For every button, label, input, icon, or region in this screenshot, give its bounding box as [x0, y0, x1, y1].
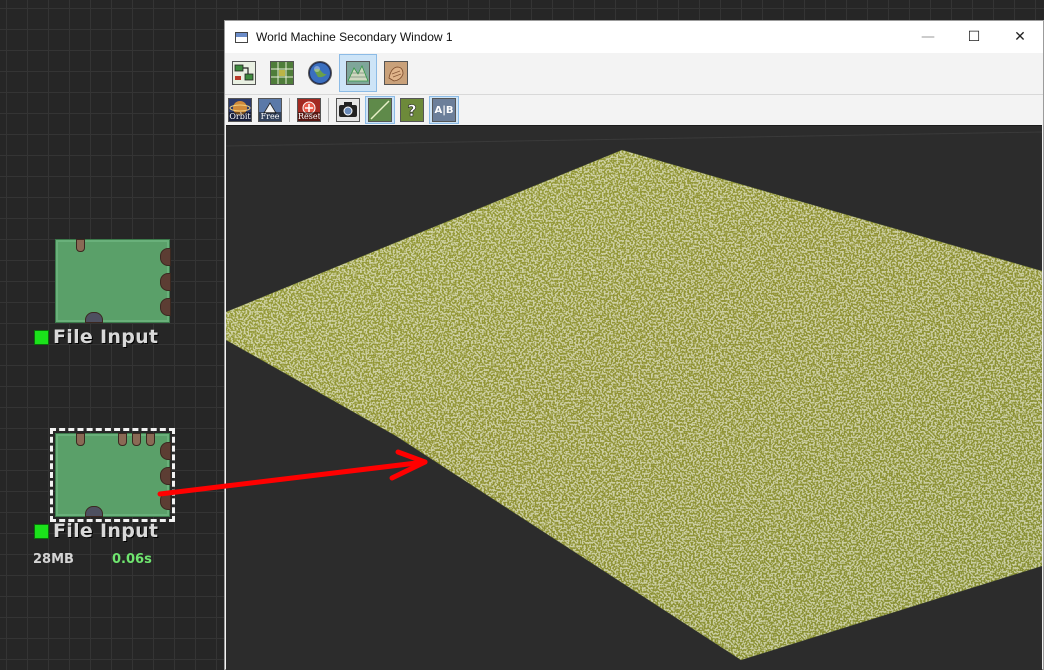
- node-graph-canvas[interactable]: File Input File Input 28MB 0.06s World M…: [0, 0, 1044, 670]
- arrow-shaft: [157, 459, 428, 497]
- connection-arrow: [157, 449, 428, 497]
